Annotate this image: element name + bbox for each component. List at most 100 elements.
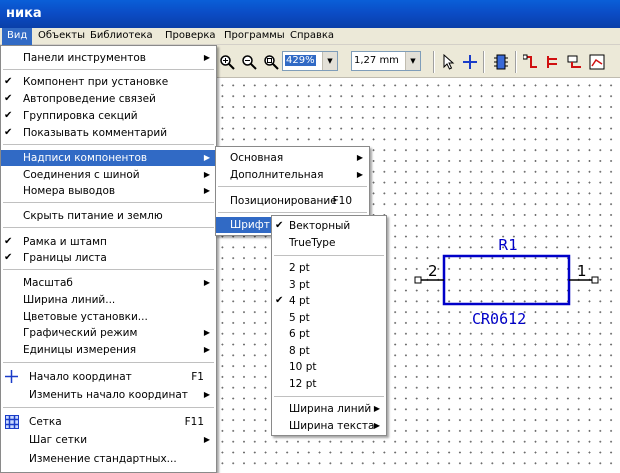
menu-item-label: Границы листа	[23, 252, 107, 264]
menu-item-label: Графический режим	[23, 327, 138, 339]
menu-item-units[interactable]: Единицы измерения ▶	[1, 342, 216, 358]
submenu-arrow-icon: ▶	[203, 153, 210, 162]
menu-item-frame-stamp[interactable]: ✔ Рамка и штамп	[1, 234, 216, 250]
menu-item-sheet-borders[interactable]: ✔ Границы листа	[1, 250, 216, 266]
bus-icon[interactable]	[543, 52, 563, 72]
menu-view[interactable]: Вид	[2, 28, 33, 45]
zoom-combo[interactable]: 429% ▼	[282, 51, 338, 71]
checkmark-icon: ✔	[4, 76, 13, 87]
menu-item-label: Надписи компонентов	[23, 152, 148, 164]
menu-item-scale[interactable]: Масштаб ▶	[1, 275, 216, 291]
menu-help[interactable]: Справка	[285, 28, 339, 45]
checkmark-icon: ✔	[4, 93, 13, 104]
menu-check[interactable]: Проверка	[160, 28, 221, 45]
menu-item-5pt[interactable]: 5 pt	[272, 310, 386, 326]
menu-item-label: Номера выводов	[23, 185, 116, 197]
menu-item-component-labels[interactable]: Надписи компонентов ▶	[1, 150, 216, 166]
menu-separator	[274, 396, 384, 398]
menu-item-shortcut: F1	[191, 371, 204, 383]
menu-item-graphics-mode[interactable]: Графический режим ▶	[1, 325, 216, 341]
menu-item-8pt[interactable]: 8 pt	[272, 343, 386, 359]
menu-item-label: Соединения с шиной	[23, 169, 140, 181]
menu-item-label: Скрыть питание и землю	[23, 210, 163, 222]
zoom-out-icon[interactable]	[239, 52, 259, 72]
menu-item-show-comment[interactable]: ✔ Показывать комментарий	[1, 125, 216, 141]
window-title: ника	[6, 6, 42, 21]
menu-item-line-width-sub[interactable]: Ширина линий ▶	[272, 401, 386, 417]
menu-item-grid[interactable]: Сетка F11	[1, 414, 216, 430]
menu-item-label: Компонент при установке	[23, 76, 169, 88]
menu-item-10pt[interactable]: 10 pt	[272, 359, 386, 375]
menu-library[interactable]: Библиотека	[85, 28, 158, 45]
menu-item-12pt[interactable]: 12 pt	[272, 376, 386, 392]
submenu-arrow-icon: ▶	[203, 186, 210, 195]
checkmark-icon: ✔	[4, 252, 13, 263]
component-value: CR0612	[472, 310, 526, 328]
menu-item-main[interactable]: Основная ▶	[216, 150, 369, 166]
zoom-fit-icon[interactable]	[261, 52, 281, 72]
menu-item-label: Шаг сетки	[29, 434, 88, 446]
menu-item-6pt[interactable]: 6 pt	[272, 326, 386, 342]
toolbar-separator	[433, 51, 435, 73]
menu-item-bus-connections[interactable]: Соединения с шиной ▶	[1, 167, 216, 183]
menu-item-label: Сетка	[29, 416, 62, 428]
menu-item-label: Ширина текста	[289, 420, 375, 432]
menu-item-grid-step[interactable]: Шаг сетки ▶	[1, 432, 216, 448]
menu-item-3pt[interactable]: 3 pt	[272, 277, 386, 293]
menu-item-line-width[interactable]: Ширина линий...	[1, 292, 216, 308]
menu-item-font[interactable]: Шрифт	[216, 217, 272, 233]
menu-item-section-grouping[interactable]: ✔ Группировка секций	[1, 108, 216, 124]
menu-separator	[3, 269, 214, 271]
title-block-icon[interactable]	[587, 52, 607, 72]
menu-item-label: 4 pt	[289, 295, 310, 307]
menu-item-label: 3 pt	[289, 279, 310, 291]
zoom-value: 429%	[285, 55, 316, 66]
chevron-down-icon[interactable]: ▼	[322, 52, 337, 70]
menu-programs[interactable]: Программы	[219, 28, 290, 45]
font-submenu: ✔ Векторный TrueType 2 pt 3 pt ✔ 4 pt 5 …	[271, 215, 387, 436]
menu-item-hide-power[interactable]: Скрыть питание и землю	[1, 208, 216, 224]
menu-separator	[274, 255, 384, 257]
menu-item-label: 6 pt	[289, 328, 310, 340]
zoom-in-icon[interactable]	[217, 52, 237, 72]
menu-item-additional[interactable]: Дополнительная ▶	[216, 167, 369, 183]
checkmark-icon: ✔	[4, 127, 13, 138]
component-icon[interactable]	[491, 52, 511, 72]
submenu-arrow-icon: ▶	[203, 328, 210, 337]
net-label-icon[interactable]	[565, 52, 585, 72]
menu-item-autorouting[interactable]: ✔ Автопроведение связей	[1, 91, 216, 107]
grid-step-combo[interactable]: 1,27 mm ▼	[351, 51, 421, 71]
menu-item-color-settings[interactable]: Цветовые установки...	[1, 309, 216, 325]
submenu-arrow-icon: ▶	[373, 421, 380, 430]
menu-item-shortcut: F11	[184, 416, 204, 428]
component-refdes: R1	[498, 236, 518, 254]
menu-item-pin-numbers[interactable]: Номера выводов ▶	[1, 183, 216, 199]
submenu-arrow-icon: ▶	[373, 404, 380, 413]
menu-item-label: Рамка и штамп	[23, 236, 107, 248]
menu-item-label: Автопроведение связей	[23, 93, 156, 105]
submenu-arrow-icon: ▶	[203, 53, 210, 62]
pointer-icon[interactable]	[439, 52, 459, 72]
origin-cross-icon[interactable]	[460, 52, 480, 72]
menu-item-toolbars[interactable]: Панели инструментов ▶	[1, 50, 216, 66]
menu-item-text-width[interactable]: Ширина текста ▶	[272, 418, 386, 434]
menu-item-origin[interactable]: Начало координат F1	[1, 369, 216, 385]
menu-item-4pt[interactable]: ✔ 4 pt	[272, 293, 386, 309]
wire-icon[interactable]	[521, 52, 541, 72]
menu-item-positioning[interactable]: Позиционирование F10	[216, 193, 369, 209]
menu-item-change-standard[interactable]: Изменение стандартных...	[1, 451, 216, 467]
menu-item-label: Основная	[230, 152, 284, 164]
menu-item-vector[interactable]: ✔ Векторный	[272, 218, 386, 234]
menu-objects[interactable]: Объекты	[33, 28, 90, 45]
chevron-down-icon[interactable]: ▼	[405, 52, 420, 70]
menu-item-2pt[interactable]: 2 pt	[272, 260, 386, 276]
menu-item-component-on-place[interactable]: ✔ Компонент при установке	[1, 74, 216, 90]
checkmark-icon: ✔	[275, 220, 284, 231]
menu-item-change-origin[interactable]: Изменить начало координат ▶	[1, 387, 216, 403]
menu-item-truetype[interactable]: TrueType	[272, 235, 386, 251]
menu-item-label: Цветовые установки...	[23, 311, 148, 323]
submenu-arrow-icon: ▶	[203, 278, 210, 287]
menu-separator	[3, 69, 214, 71]
submenu-arrow-icon: ▶	[356, 170, 363, 179]
checkmark-icon: ✔	[4, 236, 13, 247]
